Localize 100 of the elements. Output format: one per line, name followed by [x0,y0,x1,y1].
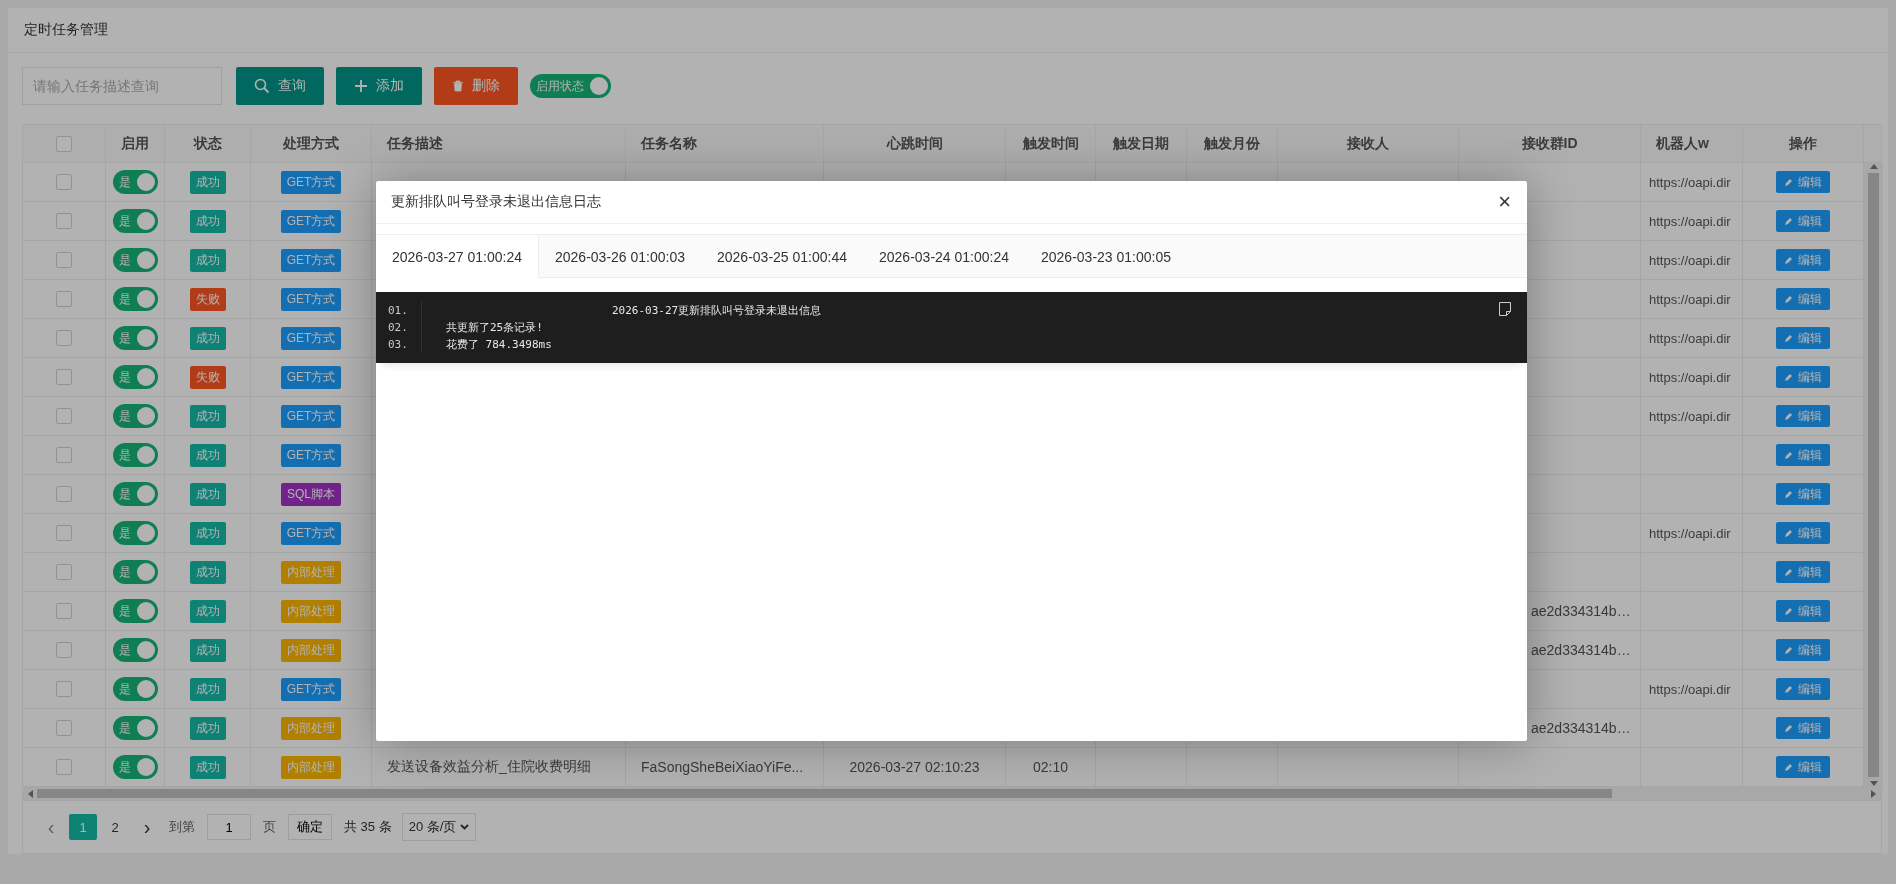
search-button[interactable]: 查询 [236,67,324,105]
toggle-switch[interactable]: 是 [112,716,158,740]
method-tag: GET方式 [280,248,342,272]
checkbox[interactable] [56,330,72,346]
checkbox[interactable] [56,174,72,190]
toggle-switch[interactable]: 是 [112,365,158,389]
add-button[interactable]: 添加 [336,67,422,105]
edit-button[interactable]: 编辑 [1776,327,1830,349]
pencil-icon [1784,450,1793,460]
caret-icon [460,824,470,830]
method-tag: SQL脚本 [281,482,341,506]
toggle-switch[interactable]: 启用状态 [530,74,611,98]
edit-button[interactable]: 编辑 [1776,678,1830,700]
status-tag: 成功 [189,560,226,584]
checkbox[interactable] [56,720,72,736]
trash-icon [452,80,464,92]
method-tag: GET方式 [280,677,342,701]
edit-button[interactable]: 编辑 [1776,639,1830,661]
pencil-icon [1784,489,1793,499]
pencil-icon [1784,372,1793,382]
tab[interactable]: 2026-03-24 01:00:24 [863,235,1025,278]
column-header: 触发日期 [1113,134,1169,153]
toggle-switch[interactable]: 是 [112,599,158,623]
toggle-switch[interactable]: 是 [112,326,158,350]
page-field[interactable]: 1 [207,814,251,840]
checkbox[interactable] [56,486,72,502]
tab[interactable]: 2026-03-25 01:00:44 [701,235,863,278]
previous-page-button[interactable]: ‹ [37,814,65,840]
edit-button[interactable]: 编辑 [1776,561,1830,583]
page-size-select[interactable]: 20 条/页 [401,813,477,841]
column-header: 触发月份 [1204,134,1260,153]
edit-button[interactable]: 编辑 [1776,522,1830,544]
edit-button[interactable]: 编辑 [1776,756,1830,778]
page-link[interactable]: 1 [69,814,97,840]
status-tag: 成功 [189,716,226,740]
checkbox[interactable] [56,564,72,580]
scrollbar-thumb[interactable] [37,789,1612,798]
checkbox[interactable] [56,291,72,307]
copy-icon[interactable] [1499,302,1511,316]
checkbox[interactable] [56,642,72,658]
table-cell: 02:10 [1032,759,1068,775]
page-title: 定时任务管理 [24,21,108,39]
scrollbar[interactable] [1864,163,1883,787]
pencil-icon [1784,762,1793,772]
edit-button[interactable]: 编辑 [1776,249,1830,271]
column-header: 触发时间 [1022,134,1079,153]
next-page-button[interactable]: › [133,814,161,840]
edit-button[interactable]: 编辑 [1776,483,1830,505]
checkbox[interactable] [56,525,72,541]
tab[interactable]: 2026-03-27 01:00:24 [376,235,539,278]
edit-button[interactable]: 编辑 [1776,444,1830,466]
edit-button[interactable]: 编辑 [1776,171,1830,193]
checkbox[interactable] [56,447,72,463]
edit-button[interactable]: 编辑 [1776,717,1830,739]
status-tag: 成功 [189,755,226,779]
scrollbar-thumb[interactable] [1868,173,1879,777]
table-cell: https://oapi.dir [1649,291,1731,307]
edit-button[interactable]: 编辑 [1776,210,1830,232]
toggle-switch[interactable]: 是 [112,170,158,194]
checkbox[interactable] [56,135,72,152]
close-button[interactable]: × [1498,191,1511,213]
page-link[interactable]: 2 [101,814,129,840]
edit-button[interactable]: 编辑 [1776,366,1830,388]
toggle-switch[interactable]: 是 [112,560,158,584]
column-header: 任务名称 [641,134,697,153]
toggle-switch[interactable]: 是 [112,521,158,545]
checkbox[interactable] [56,603,72,619]
search-field[interactable]: 请输入任务描述查询 [22,67,222,105]
delete-button[interactable]: 删除 [434,67,518,105]
toggle-switch[interactable]: 是 [112,638,158,662]
tab[interactable]: 2026-03-23 01:00:05 [1025,235,1187,278]
toggle-switch[interactable]: 是 [112,404,158,428]
checkbox[interactable] [56,408,72,424]
tab[interactable]: 2026-03-26 01:00:03 [539,235,701,278]
edit-button[interactable]: 编辑 [1776,288,1830,310]
confirm-button[interactable]: 确定 [288,814,332,840]
table-cell: ae2d334314b… [1531,720,1631,736]
checkbox[interactable] [56,759,72,775]
scroll-right-icon[interactable] [1871,789,1877,798]
edit-button[interactable]: 编辑 [1776,405,1830,427]
toggle-switch[interactable]: 是 [112,209,158,233]
checkbox[interactable] [56,252,72,268]
method-tag: GET方式 [280,170,342,194]
status-tag: 成功 [189,638,226,662]
checkbox[interactable] [56,369,72,385]
checkbox[interactable] [56,213,72,229]
status-tag: 成功 [189,326,226,350]
scrollbar[interactable] [23,787,1881,800]
checkbox[interactable] [56,681,72,697]
toggle-switch[interactable]: 是 [112,443,158,467]
pencil-icon [1784,333,1793,343]
toggle-switch[interactable]: 是 [112,677,158,701]
edit-button[interactable]: 编辑 [1776,600,1830,622]
toggle-switch[interactable]: 是 [112,248,158,272]
toggle-switch[interactable]: 是 [112,287,158,311]
toggle-switch[interactable]: 是 [112,482,158,506]
method-tag: GET方式 [280,326,342,350]
scroll-left-icon[interactable] [27,789,33,798]
toggle-switch[interactable]: 是 [112,755,158,779]
column-header: 操作 [1789,134,1817,153]
